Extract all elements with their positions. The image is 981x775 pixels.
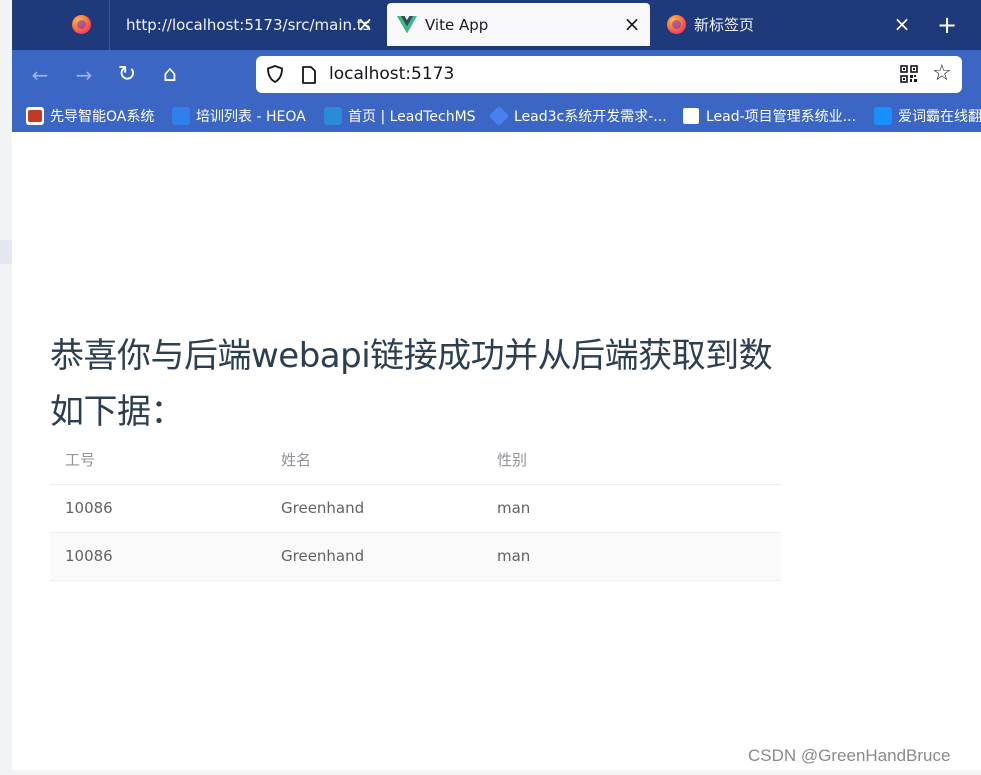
url-text[interactable]: localhost:5173	[329, 63, 454, 85]
iciba-logo-icon	[874, 107, 892, 125]
watermark: CSDN @GreenHandBruce	[748, 746, 951, 765]
heoa-logo-icon	[172, 107, 190, 125]
column-header-employee-id: 工号	[65, 451, 96, 469]
address-bar[interactable]: localhost:5173 ☆	[256, 56, 962, 93]
tracking-protection-shield-icon[interactable]	[265, 64, 285, 84]
page-info-icon[interactable]	[300, 65, 318, 85]
lead3c-logo-icon	[488, 105, 510, 127]
close-icon[interactable]: ×	[355, 14, 375, 34]
table-header-row: 工号 姓名 性别	[50, 437, 781, 485]
close-icon[interactable]: ×	[622, 14, 642, 34]
background-window-element	[0, 240, 12, 264]
background-window-edge	[12, 770, 981, 775]
bookmarks-toolbar: 先导智能OA系统 培训列表 - HEOA 首页 | LeadTechMS Lea…	[12, 100, 981, 132]
cell-name: Greenhand	[281, 499, 365, 517]
navigation-toolbar: ← → ↻ ⌂ localhost:5173 ☆	[12, 50, 981, 100]
bookmark-star-icon[interactable]: ☆	[932, 62, 952, 86]
vue-icon	[397, 15, 417, 33]
bookmark-item[interactable]: 先导智能OA系统	[26, 105, 154, 127]
tab-separator	[109, 0, 110, 50]
table-row: 10086 Greenhand man	[50, 533, 781, 581]
firefox-icon	[667, 15, 686, 34]
tab-main-ts[interactable]: http://localhost:5173/src/main.ts ×	[118, 3, 383, 46]
data-table: 工号 姓名 性别 10086 Greenhand man 10086 Green…	[50, 437, 781, 581]
page-heading: 恭喜你与后端webapi链接成功并从后端获取到数如下据：	[50, 336, 773, 432]
bookmark-item[interactable]: Lead-项目管理系统业...	[682, 105, 856, 127]
bookmark-item[interactable]: 首页 | LeadTechMS	[324, 105, 476, 127]
reload-icon[interactable]: ↻	[115, 63, 139, 87]
table-row: 10086 Greenhand man	[50, 485, 781, 533]
tab-label: Vite App	[425, 15, 489, 34]
back-arrow-icon[interactable]: ←	[28, 63, 52, 87]
background-window-edge	[0, 0, 12, 775]
column-header-gender: 性别	[497, 451, 528, 469]
tab-label: 新标签页	[694, 16, 755, 34]
tab-new-tab[interactable]: 新标签页 ×	[657, 3, 920, 46]
bookmark-label: 先导智能OA系统	[50, 109, 155, 125]
cell-gender: man	[497, 547, 531, 565]
bookmark-label: 首页 | LeadTechMS	[348, 109, 476, 125]
bookmark-item[interactable]: Lead3c系统开发需求-...	[488, 105, 667, 127]
project-mgmt-logo-icon	[682, 107, 700, 125]
oa-logo-icon	[26, 107, 44, 125]
leadtechms-logo-icon	[324, 107, 342, 125]
page-content: 恭喜你与后端webapi链接成功并从后端获取到数如下据： 工号 姓名 性别 10…	[12, 132, 981, 770]
bookmark-label: 爱词霸在线翻	[898, 109, 981, 125]
browser-window: http://localhost:5173/src/main.ts × Vite…	[12, 0, 981, 770]
tab-vite-app[interactable]: Vite App ×	[387, 3, 650, 46]
cell-employee-id: 10086	[65, 499, 113, 517]
tab-label: http://localhost:5173/src/main.ts	[126, 15, 371, 34]
bookmark-item[interactable]: 爱词霸在线翻	[874, 105, 981, 127]
firefox-icon	[72, 15, 91, 34]
qr-code-icon[interactable]	[900, 65, 918, 83]
cell-employee-id: 10086	[65, 547, 113, 565]
close-icon[interactable]: ×	[892, 14, 912, 34]
tab-bar: http://localhost:5173/src/main.ts × Vite…	[12, 0, 981, 50]
bookmark-label: 培训列表 - HEOA	[196, 109, 306, 125]
column-header-name: 姓名	[281, 451, 312, 469]
tab-firefox-pinned[interactable]	[72, 3, 102, 46]
bookmark-label: Lead-项目管理系统业...	[706, 109, 857, 125]
home-icon[interactable]: ⌂	[158, 63, 182, 87]
new-tab-button[interactable]: +	[934, 12, 960, 38]
cell-gender: man	[497, 499, 531, 517]
bookmark-label: Lead3c系统开发需求-...	[514, 109, 667, 125]
bookmark-item[interactable]: 培训列表 - HEOA	[172, 105, 306, 127]
forward-arrow-icon[interactable]: →	[72, 63, 96, 87]
cell-name: Greenhand	[281, 547, 365, 565]
